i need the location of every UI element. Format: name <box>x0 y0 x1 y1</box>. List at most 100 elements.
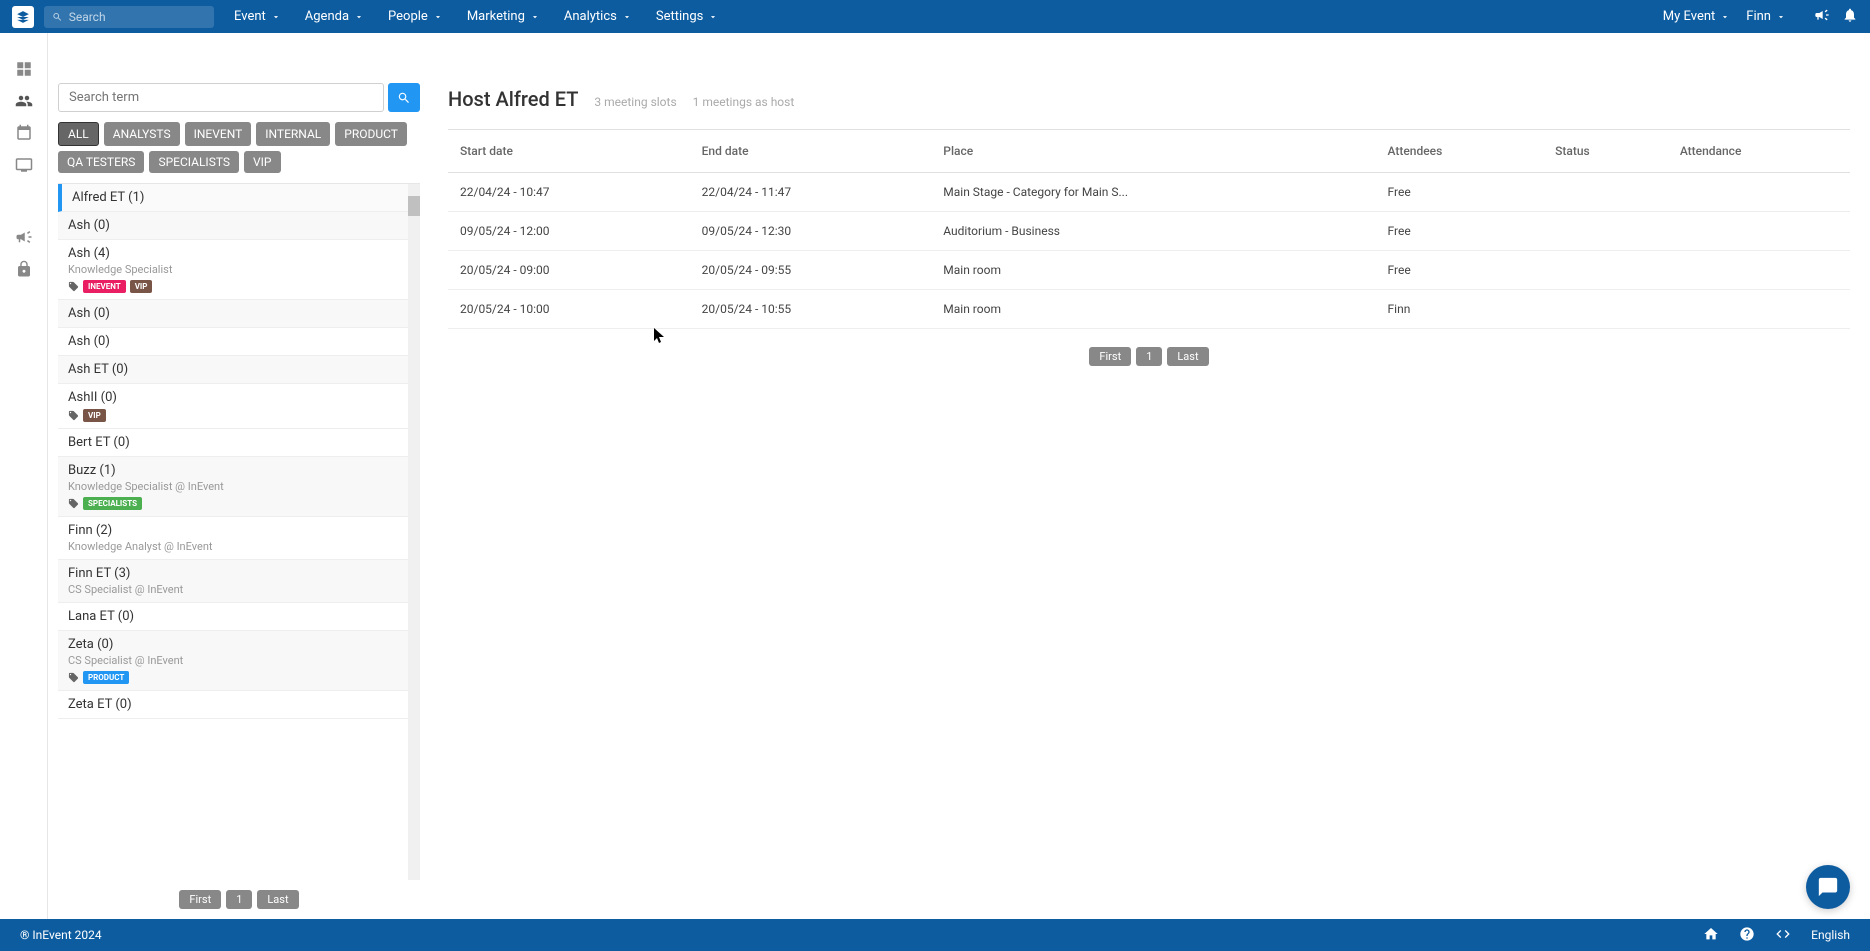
code-icon <box>1775 926 1791 942</box>
hosts-panel: ALLANALYSTSINEVENTINTERNALPRODUCTQA TEST… <box>48 33 428 919</box>
host-tag-specialists: SPECIALISTS <box>83 497 142 510</box>
tag-filter-product[interactable]: PRODUCT <box>335 122 407 146</box>
nav-item-marketing[interactable]: Marketing <box>467 9 540 24</box>
slots-pager-page[interactable]: 1 <box>1136 347 1162 366</box>
host-name: AshII (0) <box>68 390 410 405</box>
table-cell: 22/04/24 - 10:47 <box>448 173 690 212</box>
pager-page[interactable]: 1 <box>226 890 252 909</box>
nav-item-people[interactable]: People <box>388 9 443 24</box>
host-item[interactable]: Ash (0) <box>58 300 420 328</box>
footer-language[interactable]: English <box>1811 928 1850 942</box>
sidebar-dashboard[interactable] <box>8 53 40 85</box>
table-cell: 09/05/24 - 12:30 <box>690 212 932 251</box>
table-row[interactable]: 09/05/24 - 12:0009/05/24 - 12:30Auditori… <box>448 212 1850 251</box>
host-item[interactable]: Lana ET (0) <box>58 603 420 631</box>
table-cell: Free <box>1376 251 1544 290</box>
host-item[interactable]: Ash ET (0) <box>58 356 420 384</box>
chevron-down-icon <box>1720 12 1730 22</box>
tag-filter-vip[interactable]: VIP <box>244 151 280 173</box>
table-row[interactable]: 20/05/24 - 09:0020/05/24 - 09:55Main roo… <box>448 251 1850 290</box>
host-item[interactable]: Bert ET (0) <box>58 429 420 457</box>
nav-user[interactable]: Finn <box>1746 9 1786 24</box>
tag-filter-analysts[interactable]: ANALYSTS <box>104 122 180 146</box>
tag-filters: ALLANALYSTSINEVENTINTERNALPRODUCT QA TEST… <box>58 122 420 173</box>
table-cell: Free <box>1376 212 1544 251</box>
host-title: Host Alfred ET <box>448 87 578 111</box>
footer-code[interactable] <box>1775 926 1791 945</box>
sidebar-people[interactable] <box>8 85 40 117</box>
app-logo[interactable] <box>12 6 34 28</box>
table-cell: 20/05/24 - 10:55 <box>690 290 932 329</box>
host-item[interactable]: Alfred ET (1) <box>58 184 420 212</box>
slots-pager-last[interactable]: Last <box>1167 347 1208 366</box>
host-item[interactable]: Ash (0) <box>58 328 420 356</box>
host-item[interactable]: Ash (4)Knowledge SpecialistINEVENTVIP <box>58 240 420 300</box>
pager-first[interactable]: First <box>179 890 221 909</box>
global-search[interactable] <box>44 6 214 28</box>
slots-panel: Host Alfred ET 3 meeting slots 1 meeting… <box>428 33 1870 919</box>
host-item[interactable]: Ash (0) <box>58 212 420 240</box>
footer-home[interactable] <box>1703 926 1719 945</box>
search-icon <box>52 11 63 23</box>
pager-last[interactable]: Last <box>257 890 298 909</box>
table-row[interactable]: 22/04/24 - 10:4722/04/24 - 11:47Main Sta… <box>448 173 1850 212</box>
nav-item-label: Marketing <box>467 9 525 24</box>
sidebar-monitor[interactable] <box>8 149 40 181</box>
host-name: Ash (0) <box>68 218 410 233</box>
nav-item-label: People <box>388 9 428 24</box>
host-item[interactable]: Zeta ET (0) <box>58 691 420 719</box>
host-meta-host: 1 meetings as host <box>693 95 795 109</box>
chevron-down-icon <box>622 12 632 22</box>
host-tags: VIP <box>68 409 410 422</box>
sidebar-calendar[interactable] <box>8 117 40 149</box>
tag-filter-internal[interactable]: INTERNAL <box>256 122 330 146</box>
slots-pager-first[interactable]: First <box>1089 347 1131 366</box>
nav-my-event[interactable]: My Event <box>1663 9 1731 24</box>
column-header: Start date <box>448 130 690 173</box>
chevron-down-icon <box>530 12 540 22</box>
host-name: Ash (0) <box>68 334 410 349</box>
tag-filter-inevent[interactable]: INEVENT <box>185 122 252 146</box>
host-tag-vip: VIP <box>130 280 153 293</box>
host-item[interactable]: Buzz (1)Knowledge Specialist @ InEventSP… <box>58 457 420 517</box>
nav-item-event[interactable]: Event <box>234 9 281 24</box>
nav-item-agenda[interactable]: Agenda <box>305 9 364 24</box>
table-cell: 20/05/24 - 09:00 <box>448 251 690 290</box>
notifications-button[interactable] <box>1842 7 1858 27</box>
host-item[interactable]: Finn (2)Knowledge Analyst @ InEvent <box>58 517 420 560</box>
scrollbar-track[interactable] <box>408 184 420 880</box>
announcements-button[interactable] <box>1814 7 1830 27</box>
lock-icon <box>15 260 33 278</box>
table-row[interactable]: 20/05/24 - 10:0020/05/24 - 10:55Main roo… <box>448 290 1850 329</box>
host-item[interactable]: Finn ET (3)CS Specialist @ InEvent <box>58 560 420 603</box>
hosts-pager: First 1 Last <box>58 880 420 919</box>
tag-filter-all[interactable]: ALL <box>58 122 99 146</box>
host-name: Lana ET (0) <box>68 609 410 624</box>
nav-item-settings[interactable]: Settings <box>656 9 718 24</box>
tag-filter-qa-testers[interactable]: QA TESTERS <box>58 151 144 173</box>
footer-help[interactable] <box>1739 926 1755 945</box>
scrollbar-thumb[interactable] <box>408 196 420 216</box>
chevron-down-icon <box>1776 12 1786 22</box>
tag-filter-specialists[interactable]: SPECIALISTS <box>149 151 239 173</box>
home-icon <box>1703 926 1719 942</box>
host-search-input[interactable] <box>58 83 384 112</box>
host-item[interactable]: AshII (0) VIP <box>58 384 420 429</box>
chat-widget[interactable] <box>1806 865 1850 909</box>
host-name: Ash (0) <box>68 306 410 321</box>
nav-item-analytics[interactable]: Analytics <box>564 9 632 24</box>
search-icon <box>397 91 411 105</box>
column-header: Place <box>931 130 1375 173</box>
tag-icon <box>68 498 79 509</box>
hosts-list[interactable]: Alfred ET (1)Ash (0)Ash (4)Knowledge Spe… <box>58 183 420 880</box>
host-subtitle: Knowledge Analyst @ InEvent <box>68 540 410 553</box>
sidebar-lock[interactable] <box>8 253 40 285</box>
table-cell: Free <box>1376 173 1544 212</box>
sidebar-megaphone[interactable] <box>8 221 40 253</box>
host-item[interactable]: Zeta (0)CS Specialist @ InEventPRODUCT <box>58 631 420 691</box>
host-search-button[interactable] <box>388 83 420 112</box>
column-header: Attendees <box>1376 130 1544 173</box>
megaphone-icon <box>1814 7 1830 23</box>
global-search-input[interactable] <box>69 10 206 24</box>
host-tag-inevent: INEVENT <box>83 280 126 293</box>
